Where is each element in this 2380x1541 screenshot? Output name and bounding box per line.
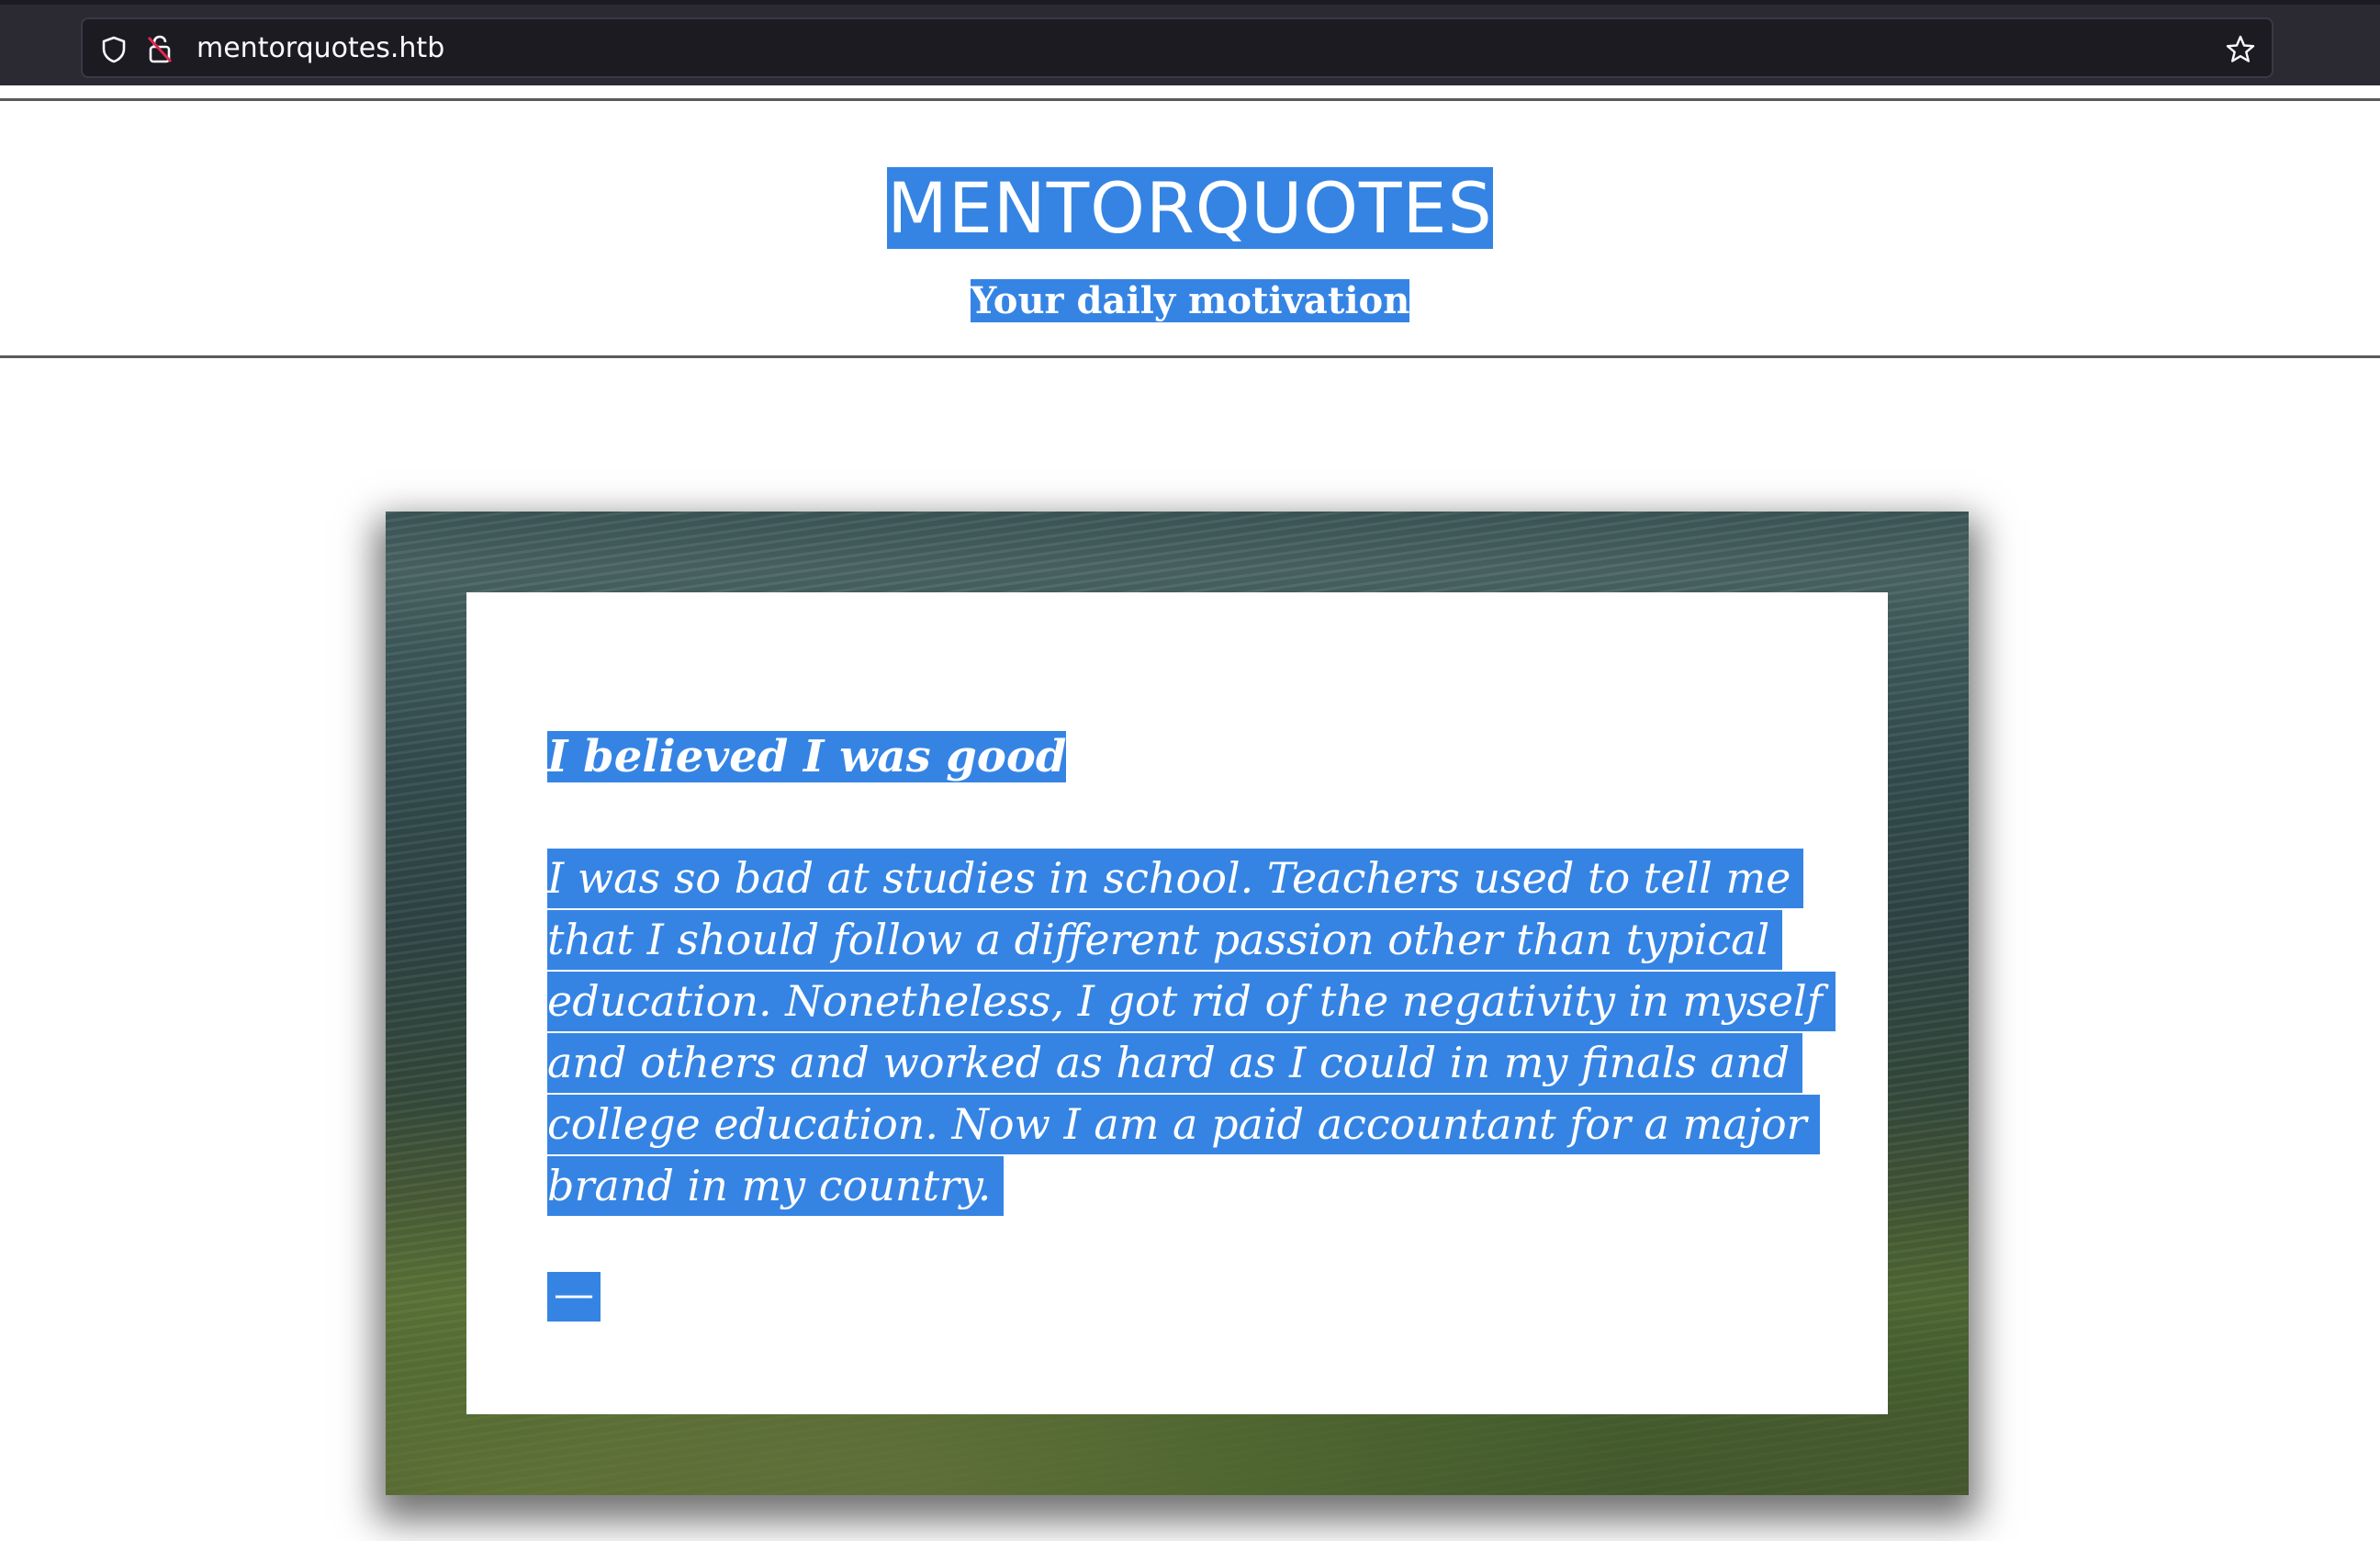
browser-toolbar: mentorquotes.htb <box>0 0 2380 85</box>
site-title-text: MENTORQUOTES <box>887 167 1493 249</box>
site-subtitle-text: Your daily motivation <box>970 279 1410 322</box>
header-divider-top <box>0 98 2380 101</box>
site-title: MENTORQUOTES <box>0 167 2380 249</box>
lock-icon[interactable] <box>145 34 174 65</box>
quote-body-text: I was so bad at studies in school. Teach… <box>547 849 1836 1216</box>
url-text[interactable]: mentorquotes.htb <box>196 32 444 65</box>
header-divider-bottom <box>0 355 2380 358</box>
quote-card: I believed I was good I was so bad at st… <box>386 512 1969 1495</box>
address-bar[interactable]: mentorquotes.htb <box>81 17 2273 78</box>
quote-author: — <box>547 1272 601 1322</box>
site-subtitle: Your daily motivation <box>0 278 2380 324</box>
quote-body: I was so bad at studies in school. Teach… <box>547 848 1851 1217</box>
quote-title-text: I believed I was good <box>547 731 1067 782</box>
shield-icon[interactable] <box>99 35 129 64</box>
quote-title: I believed I was good <box>547 730 1067 783</box>
star-icon[interactable] <box>2224 33 2257 66</box>
quote-panel: I believed I was good I was so bad at st… <box>466 592 1888 1414</box>
